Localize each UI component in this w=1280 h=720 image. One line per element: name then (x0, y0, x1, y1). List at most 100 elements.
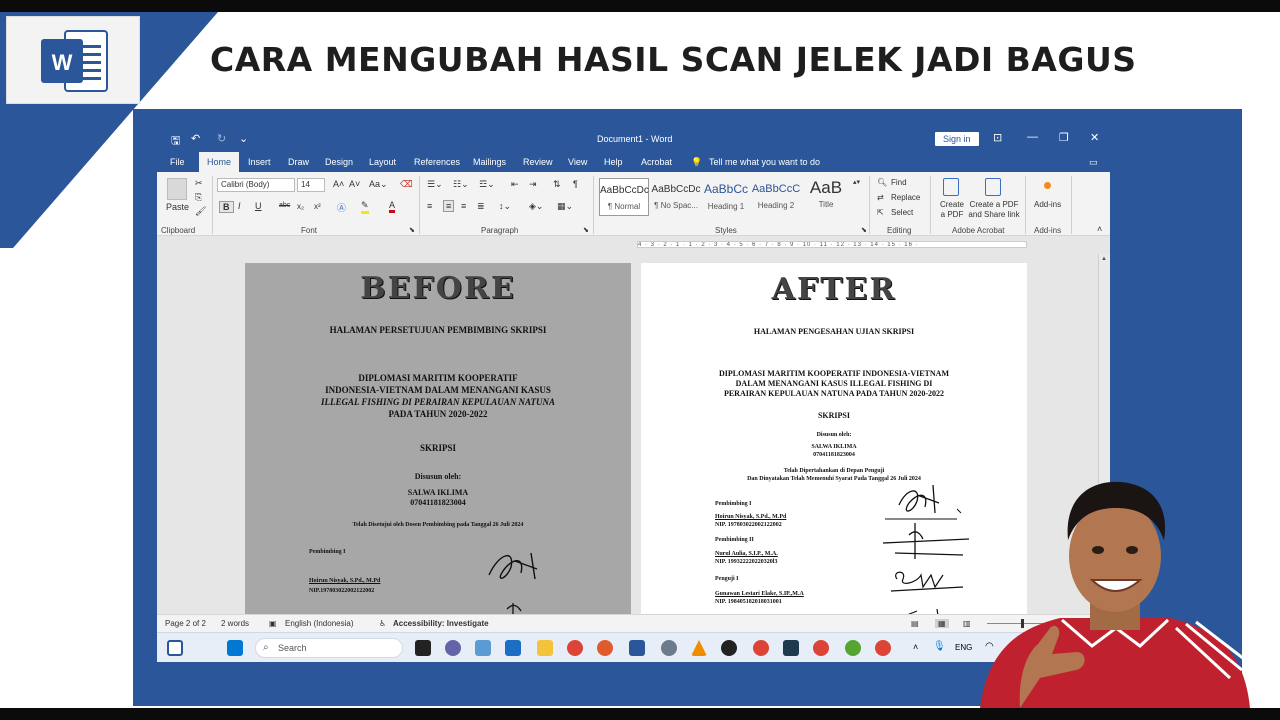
create-pdf-icon[interactable] (943, 178, 959, 196)
page-count[interactable]: Page 2 of 2 (165, 619, 206, 628)
find-icon[interactable]: 🔍︎ (877, 178, 887, 187)
shrink-font-icon[interactable]: A˅ (349, 179, 360, 189)
superscript-button[interactable]: x² (314, 202, 321, 211)
language-indicator[interactable]: ENG (955, 643, 972, 652)
style-heading-2[interactable]: AaBbCcC Heading 2 (751, 178, 801, 216)
style-no-spacing[interactable]: AaBbCcDc ¶ No Spac... (651, 178, 701, 216)
tab-home[interactable]: Home (199, 152, 240, 172)
redo-icon[interactable]: ↻ (217, 132, 226, 145)
restore-icon[interactable]: ❐ (1059, 131, 1069, 144)
start-icon[interactable] (227, 640, 243, 656)
minimize-icon[interactable]: — (1027, 131, 1038, 143)
widgets-icon[interactable] (167, 640, 183, 656)
proofing-icon[interactable]: ▣ (269, 619, 277, 628)
addins-icon[interactable] (1044, 182, 1051, 189)
create-share-pdf-icon[interactable] (985, 178, 1001, 196)
close-icon[interactable]: ✕ (1090, 131, 1099, 144)
horizontal-ruler[interactable]: 4 · 3 · 2 · 1 · 1 · 2 · 3 · 4 · 5 · 6 · … (637, 241, 1027, 248)
vlc-icon[interactable] (691, 640, 707, 656)
tab-review[interactable]: Review (523, 157, 553, 167)
app-icon[interactable] (597, 640, 613, 656)
microphone-icon[interactable]: 🎙︎ (933, 641, 946, 652)
collapse-ribbon-icon[interactable]: ˄ (1097, 224, 1102, 234)
styles-dialog-icon[interactable]: ⬊ (861, 226, 867, 234)
chrome-profile-icon[interactable] (813, 640, 829, 656)
undo-icon[interactable]: ↶ (191, 132, 200, 145)
grow-font-icon[interactable]: A˄ (333, 179, 344, 189)
underline-button[interactable]: U (255, 201, 262, 211)
chat-icon[interactable] (445, 640, 461, 656)
align-left-icon[interactable]: ≡ (427, 201, 432, 211)
replace-button[interactable]: Replace (891, 193, 920, 202)
focus-icon[interactable]: ▤ (911, 619, 919, 628)
font-color-button[interactable]: A (389, 200, 396, 213)
strikethrough-button[interactable]: abc (279, 202, 290, 209)
language-status[interactable]: English (Indonesia) (285, 619, 353, 628)
before-page[interactable]: BEFORE HALAMAN PERSETUJUAN PEMBIMBING SK… (245, 263, 631, 623)
terminal-icon[interactable] (783, 640, 799, 656)
bold-button[interactable]: B (219, 201, 234, 213)
font-name-select[interactable]: Calibri (Body) (217, 178, 295, 192)
word-taskbar-icon[interactable] (629, 640, 645, 656)
font-size-select[interactable]: 14 (297, 178, 325, 192)
borders-icon[interactable]: ▦⌄ (557, 201, 573, 212)
vertical-ruler[interactable] (157, 254, 169, 614)
paragraph-dialog-icon[interactable]: ⬊ (583, 226, 589, 234)
scroll-up-icon[interactable]: ▲ (1101, 256, 1108, 264)
style-normal[interactable]: AaBbCcDc ¶ Normal (599, 178, 649, 216)
chrome-profile-icon[interactable] (753, 640, 769, 656)
line-spacing-icon[interactable]: ↕⌄ (499, 201, 511, 212)
sign-in-button[interactable]: Sign in (935, 132, 979, 146)
word-count[interactable]: 2 words (221, 619, 249, 628)
settings-icon[interactable] (661, 640, 677, 656)
cut-icon[interactable]: ✂ (195, 178, 203, 189)
copy-icon[interactable]: ⎘ (195, 192, 202, 203)
obs-icon[interactable] (721, 640, 737, 656)
increase-indent-icon[interactable]: ⇥ (529, 179, 537, 190)
style-title[interactable]: AaB Title (801, 178, 851, 216)
customize-icon[interactable]: ⌄ (239, 132, 248, 145)
bullets-icon[interactable]: ☰⌄ (427, 179, 443, 190)
subscript-button[interactable]: x₂ (297, 202, 304, 211)
ribbon-display-icon[interactable]: ⊡ (993, 131, 1002, 144)
paste-icon[interactable] (167, 178, 187, 200)
italic-button[interactable]: I (238, 201, 241, 211)
tab-layout[interactable]: Layout (369, 157, 396, 167)
create-pdf-button[interactable]: Create a PDF (938, 200, 966, 220)
paste-button[interactable]: Paste (166, 202, 189, 212)
decrease-indent-icon[interactable]: ⇤ (511, 179, 519, 190)
app-icon[interactable] (845, 640, 861, 656)
file-explorer-icon[interactable] (537, 640, 553, 656)
chrome-icon[interactable] (567, 640, 583, 656)
format-painter-icon[interactable]: 🖌 (195, 206, 206, 217)
select-icon[interactable]: ⇱ (877, 208, 884, 217)
save-icon[interactable]: 🖫 (171, 132, 180, 151)
comments-icon[interactable]: ▭ (1089, 157, 1098, 168)
tab-view[interactable]: View (568, 157, 587, 167)
store-icon[interactable] (505, 640, 521, 656)
photos-icon[interactable] (475, 640, 491, 656)
tab-mailings[interactable]: Mailings (473, 157, 506, 167)
change-case-icon[interactable]: Aa⌄ (369, 179, 388, 190)
tab-insert[interactable]: Insert (248, 157, 271, 167)
taskbar-search[interactable]: ⌕ Search (255, 638, 403, 658)
numbering-icon[interactable]: ☷⌄ (453, 179, 469, 190)
sort-icon[interactable]: ⇅ (553, 179, 561, 190)
style-heading-1[interactable]: AaBbCc Heading 1 (701, 178, 751, 216)
find-button[interactable]: Find (891, 178, 907, 187)
create-share-link-button[interactable]: Create a PDF and Share link (967, 200, 1021, 220)
text-effects-icon[interactable]: Ⓐ (337, 201, 346, 214)
tab-help[interactable]: Help (604, 157, 623, 167)
styles-scroll-icon[interactable]: ▴▾ (853, 178, 860, 186)
show-marks-button[interactable]: ¶ (573, 179, 578, 189)
addins-button[interactable]: Add-ins (1034, 200, 1061, 209)
highlight-icon[interactable]: ✎ (361, 200, 369, 214)
web-layout-icon[interactable]: ▥ (963, 619, 971, 628)
clear-formatting-icon[interactable]: ⌫ (400, 179, 413, 190)
tab-draw[interactable]: Draw (288, 157, 309, 167)
replace-icon[interactable]: ⇄ (877, 193, 884, 202)
shading-icon[interactable]: ◈⌄ (529, 201, 543, 212)
align-right-icon[interactable]: ≡ (461, 201, 466, 211)
task-view-icon[interactable] (415, 640, 431, 656)
justify-icon[interactable]: ≣ (477, 201, 485, 212)
